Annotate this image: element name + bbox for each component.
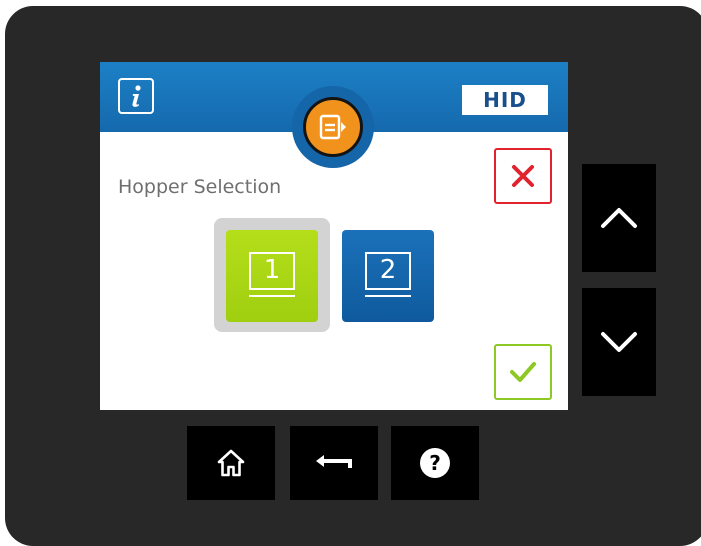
help-button[interactable]: ? xyxy=(391,426,479,500)
hid-logo-text: HID xyxy=(483,88,527,112)
help-icon: ? xyxy=(420,448,450,478)
chevron-up-icon xyxy=(601,208,637,228)
scroll-up-button[interactable] xyxy=(582,164,656,272)
hopper-card-feed-icon xyxy=(319,114,346,140)
home-icon xyxy=(217,449,245,477)
cancel-button[interactable] xyxy=(494,148,552,204)
back-arrow-icon xyxy=(316,455,352,468)
chevron-down-icon xyxy=(601,332,637,352)
hopper-2-button[interactable]: 2 xyxy=(342,230,434,322)
scroll-down-button[interactable] xyxy=(582,288,656,396)
close-icon xyxy=(512,165,534,187)
hid-logo: HID xyxy=(462,85,548,115)
card-hopper-icon: 1 xyxy=(249,252,295,300)
checkmark-icon xyxy=(510,362,536,382)
back-button[interactable] xyxy=(290,426,378,500)
confirm-button[interactable] xyxy=(494,344,552,400)
page-title: Hopper Selection xyxy=(118,176,282,198)
hopper-1-button[interactable]: 1 xyxy=(226,230,318,322)
hopper-mode-badge xyxy=(292,86,374,168)
touch-screen: HID Hopper Selection 1 2 xyxy=(100,62,568,410)
info-button[interactable] xyxy=(118,78,154,114)
home-button[interactable] xyxy=(187,426,275,500)
card-hopper-icon: 2 xyxy=(365,252,411,300)
hopper-1-label: 1 xyxy=(263,255,281,285)
info-icon xyxy=(132,85,141,107)
hopper-2-label: 2 xyxy=(379,255,397,285)
